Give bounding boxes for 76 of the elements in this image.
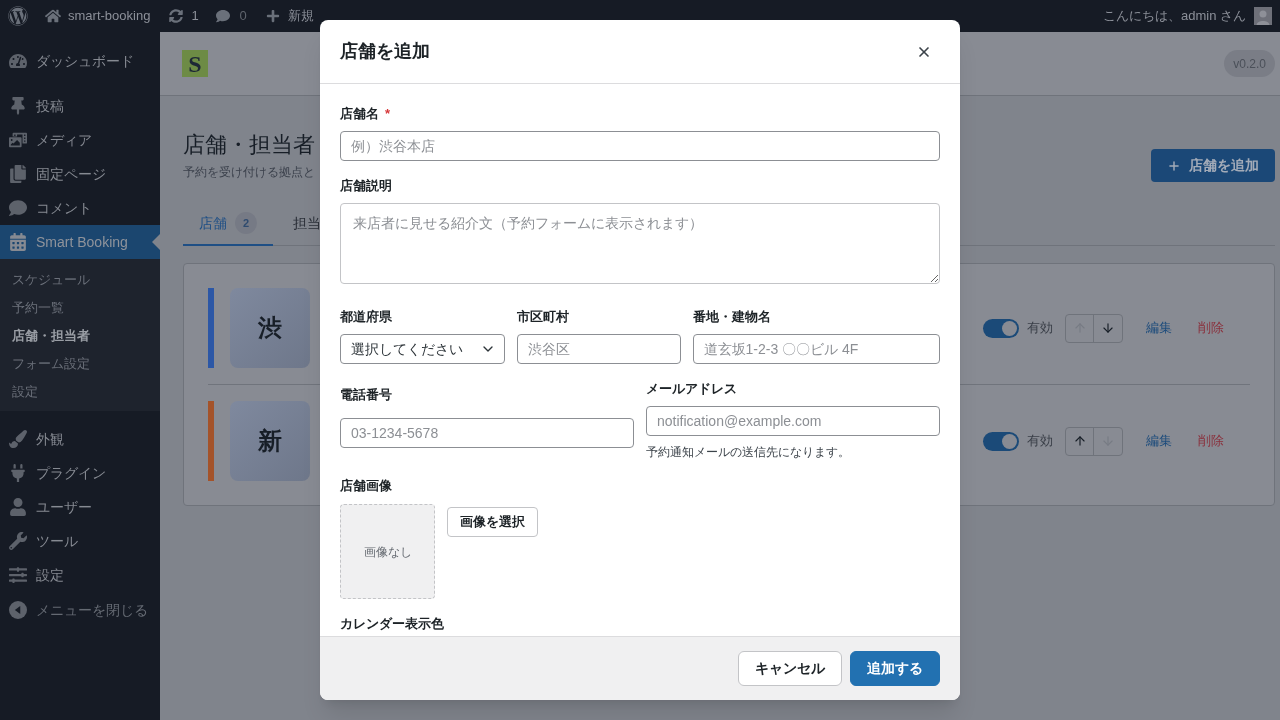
sidebar-menu-item[interactable]: ツール [0,524,160,558]
collapse-menu-button[interactable]: メニューを閉じる [0,593,160,627]
wordpress-logo-icon[interactable] [8,6,28,26]
email-input[interactable]: notification@example.com [646,406,940,436]
edit-link[interactable]: 編集 [1134,318,1184,338]
field-label: 電話番号 [340,386,393,404]
sidebar-submenu-item[interactable]: フォーム設定 [0,350,160,378]
sliders-icon [9,566,27,584]
gauge-icon [9,52,27,70]
page-title: 店舗・担当者 [183,132,315,158]
store-avatar: 新 [230,401,310,481]
sidebar-menu-item[interactable]: ユーザー [0,490,160,524]
avatar-icon [1254,7,1272,25]
status-label: 有効 [1027,432,1053,451]
speech-bubble-icon [9,199,27,217]
field-label: 店舗説明 [340,177,393,195]
required-mark: * [385,105,391,123]
select-image-button[interactable]: 画像を選択 [447,507,538,537]
store-avatar: 渋 [230,288,310,368]
plugin-logo: S [182,50,208,77]
sidebar-menu-item[interactable]: プラグイン [0,456,160,490]
field-label: メールアドレス [646,380,738,398]
sidebar-submenu-item[interactable]: 設定 [0,378,160,406]
paintbrush-icon [9,430,27,448]
plus-icon [1167,158,1181,173]
documents-icon [9,165,27,183]
refresh-icon [169,9,184,23]
field-label: 店舗画像 [340,477,393,495]
count-badge: 2 [235,212,257,234]
sidebar-menu-item[interactable]: コメント [0,191,160,225]
help-text: 予約通知メールの送信先になります。 [646,444,851,461]
image-upload-field[interactable]: 画像なし [340,504,435,599]
dialog-title: 店舗を追加 [340,40,430,63]
sidebar-submenu-item[interactable]: スケジュール [0,266,160,294]
field-label: 都道府県 [340,308,393,326]
add-store-button[interactable]: 店舗を追加 [1151,149,1275,182]
home-icon [45,8,61,24]
user-icon [9,498,27,516]
field-label: カレンダー表示色 [340,615,445,633]
field-label: 番地・建物名 [692,308,772,326]
sidebar-menu-item[interactable]: ダッシュボード [0,44,160,78]
sidebar-menu-item[interactable]: 固定ページ [0,157,160,191]
account-link[interactable]: こんにちは、admin さん [1102,0,1272,32]
sidebar-menu-item[interactable]: メディア [0,123,160,157]
new-content-link[interactable]: 新規 [265,0,314,32]
enabled-toggle[interactable] [983,318,1019,338]
sidebar-menu-item[interactable]: 外観 [0,422,160,456]
sidebar-menu-item[interactable]: 設定 [0,558,160,592]
updates-link[interactable]: 1 [169,0,199,32]
page-subtitle: 予約を受け付ける拠点と [183,164,315,180]
edit-link[interactable]: 編集 [1134,431,1184,451]
text-input[interactable]: 道玄坂1-2-3 〇〇ビル 4F [692,334,940,364]
sidebar-submenu-item[interactable]: 店舗・担当者 [0,322,160,350]
text-input[interactable]: 渋谷区 [517,334,681,364]
plug-icon [9,464,27,482]
field-label: 市区町村 [517,308,571,326]
calendar-icon [9,233,27,251]
field-label: 店舗名 [340,105,379,123]
pin-icon [9,97,27,115]
plus-icon [265,9,280,23]
photo-film-icon [9,131,27,149]
submit-button[interactable]: 追加する [850,651,940,686]
sidebar-menu-item[interactable]: Smart Booking [0,225,160,259]
site-name-link[interactable]: smart-booking [45,0,151,32]
store-name-input[interactable]: 例）渋谷本店 [340,131,940,161]
wrench-icon [9,532,27,550]
sidebar-menu-item[interactable]: 投稿 [0,89,160,123]
dropdown-select[interactable]: 選択してください [340,334,506,364]
comments-link[interactable]: 0 [215,0,247,32]
description-textarea[interactable]: 来店者に見せる紹介文（予約フォームに表示されます） [340,203,940,284]
status-label: 有効 [1027,319,1053,338]
phone-input[interactable]: 03-1234-5678 [340,418,634,448]
speech-bubble-icon [215,9,230,23]
enabled-toggle[interactable] [983,431,1019,451]
cancel-button[interactable]: キャンセル [738,651,842,686]
tab[interactable]: 担当 [273,202,321,246]
